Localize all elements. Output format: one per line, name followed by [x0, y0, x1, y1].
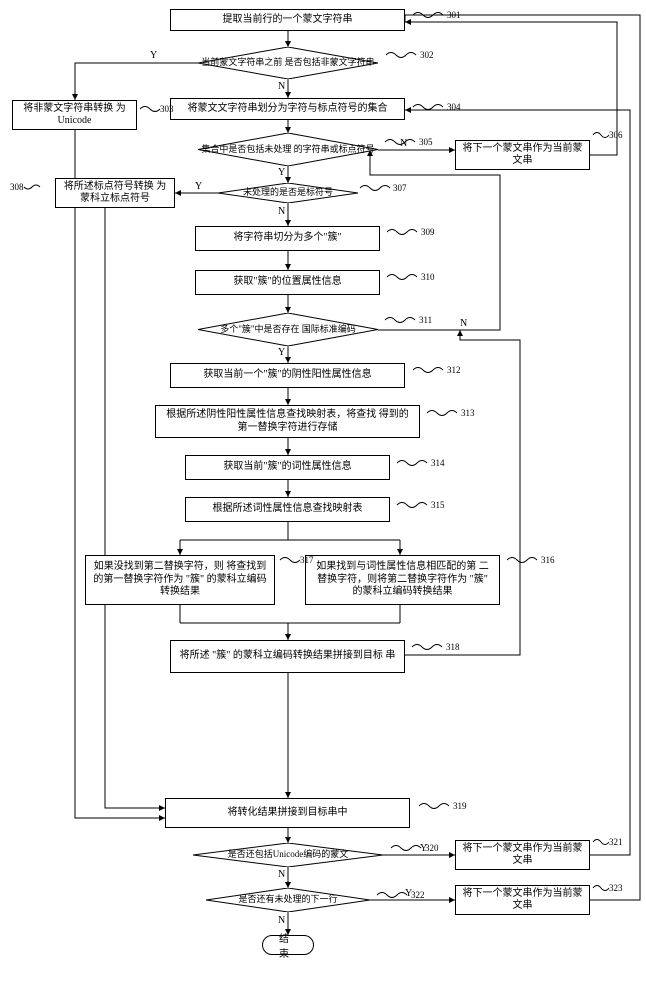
step-text: 将字符串切分为多个"簇": [233, 232, 341, 245]
step-num-317: 317: [300, 555, 314, 565]
decision-text: 当前蒙文字符串之前 是否包括非蒙文字符串: [201, 57, 374, 68]
decision-305: 集合中是否包括未处理 的字符串或标点符号: [198, 133, 378, 166]
step-num-301: 301: [447, 10, 461, 20]
decision-322: 是否还有未处理的下一行: [206, 888, 370, 912]
step-num-302: 302: [420, 50, 434, 60]
step-text: 获取当前"簇"的词性属性信息: [223, 461, 351, 474]
step-321: 将下一个蒙文串作为当前蒙 文串: [455, 840, 590, 870]
step-text: 将下一个蒙文串作为当前蒙 文串: [462, 143, 583, 168]
branch-y: Y: [195, 181, 202, 192]
decision-302: 当前蒙文字符串之前 是否包括非蒙文字符串: [198, 47, 378, 79]
step-303: 将非蒙文字符串转换 为Unicode: [12, 100, 137, 130]
step-text: 如果没找到第二替换字符，则 将查找到的第一替换字符作为 "簇" 的蒙科立编码转换…: [92, 561, 268, 599]
decision-311: 多个"簇"中是否存在 国际标准编码: [198, 313, 378, 346]
step-num-316: 316: [541, 555, 555, 565]
step-text: 提取当前行的一个蒙文字符串: [223, 14, 353, 27]
step-num-307: 307: [393, 183, 407, 193]
step-num-309: 309: [421, 227, 435, 237]
branch-y: Y: [420, 843, 427, 854]
step-num-315: 315: [431, 500, 445, 510]
branch-n: N: [278, 915, 285, 926]
step-308: 将所述标点符号转换 为蒙科立标点符号: [55, 178, 175, 208]
decision-320: 是否还包括Unicode编码的蒙文: [193, 843, 383, 867]
decision-text: 集合中是否包括未处理 的字符串或标点符号: [201, 144, 374, 155]
decision-text: 是否还包括Unicode编码的蒙文: [228, 849, 349, 860]
step-text: 根据所述阴性阳性属性信息查找映射表，将查找 得到的第一替换字符进行存储: [162, 409, 413, 434]
end-text: 结束: [279, 930, 297, 960]
step-text: 将非蒙文字符串转换 为Unicode: [19, 103, 130, 128]
step-num-306: 306: [609, 130, 623, 140]
decision-text: 多个"簇"中是否存在 国际标准编码: [220, 324, 356, 335]
step-num-314: 314: [431, 458, 445, 468]
step-num-305: 305: [419, 137, 433, 147]
branch-y: Y: [150, 50, 157, 61]
step-num-303: 303: [160, 104, 174, 114]
step-text: 获取"簇"的位置属性信息: [233, 276, 341, 289]
step-num-322: 322: [411, 890, 425, 900]
branch-n: N: [278, 206, 285, 217]
step-num-321: 321: [609, 837, 623, 847]
step-text: 如果找到与词性属性信息相匹配的第 二替换字符，则将第二替换字符作为 "簇" 的蒙…: [312, 561, 493, 599]
step-316: 如果找到与词性属性信息相匹配的第 二替换字符，则将第二替换字符作为 "簇" 的蒙…: [305, 555, 500, 605]
branch-y: Y: [405, 888, 412, 899]
step-323: 将下一个蒙文串作为当前蒙 文串: [455, 885, 590, 915]
step-text: 将转化结果拼接到目标串中: [228, 807, 348, 820]
step-text: 将下一个蒙文串作为当前蒙 文串: [462, 843, 583, 868]
decision-text: 是否还有未处理的下一行: [238, 894, 337, 905]
step-315: 根据所述词性属性信息查找映射表: [185, 497, 390, 522]
step-num-308: 308: [10, 182, 24, 192]
step-num-319: 319: [453, 801, 467, 811]
step-310: 获取"簇"的位置属性信息: [195, 270, 380, 295]
step-text: 获取当前一个"簇"的阴性阳性属性信息: [203, 369, 371, 382]
step-num-312: 312: [447, 365, 461, 375]
branch-y: Y: [278, 347, 285, 358]
decision-307: 未处理的是否是标符号: [218, 183, 358, 203]
decision-text: 未处理的是否是标符号: [243, 187, 333, 198]
step-num-304: 304: [447, 102, 461, 112]
branch-y: Y: [278, 167, 285, 178]
branch-n: N: [278, 81, 285, 92]
step-319: 将转化结果拼接到目标串中: [165, 798, 410, 828]
branch-n: N: [400, 138, 407, 149]
step-314: 获取当前"簇"的词性属性信息: [185, 455, 390, 480]
step-306: 将下一个蒙文串作为当前蒙 文串: [455, 140, 590, 170]
branch-n: N: [278, 869, 285, 880]
step-text: 根据所述词性属性信息查找映射表: [213, 503, 363, 516]
step-318: 将所述 "簇" 的蒙科立编码转换结果拼接到目标 串: [170, 640, 405, 673]
step-num-310: 310: [421, 272, 435, 282]
step-text: 将所述标点符号转换 为蒙科立标点符号: [62, 181, 168, 206]
step-312: 获取当前一个"簇"的阴性阳性属性信息: [170, 363, 405, 388]
step-num-311: 311: [419, 315, 432, 325]
step-num-313: 313: [461, 408, 475, 418]
step-text: 将所述 "簇" 的蒙科立编码转换结果拼接到目标 串: [180, 650, 396, 663]
step-num-318: 318: [446, 642, 460, 652]
step-301: 提取当前行的一个蒙文字符串: [170, 9, 405, 31]
step-317: 如果没找到第二替换字符，则 将查找到的第一替换字符作为 "簇" 的蒙科立编码转换…: [85, 555, 275, 605]
terminator-end: 结束: [262, 935, 314, 955]
branch-n: N: [460, 318, 467, 329]
step-num-323: 323: [609, 883, 623, 893]
step-text: 将下一个蒙文串作为当前蒙 文串: [462, 888, 583, 913]
step-313: 根据所述阴性阳性属性信息查找映射表，将查找 得到的第一替换字符进行存储: [155, 405, 420, 438]
step-text: 将蒙文文字符串划分为字符与标点符号的集合: [188, 103, 388, 116]
step-309: 将字符串切分为多个"簇": [195, 226, 380, 251]
step-304: 将蒙文文字符串划分为字符与标点符号的集合: [170, 98, 405, 120]
